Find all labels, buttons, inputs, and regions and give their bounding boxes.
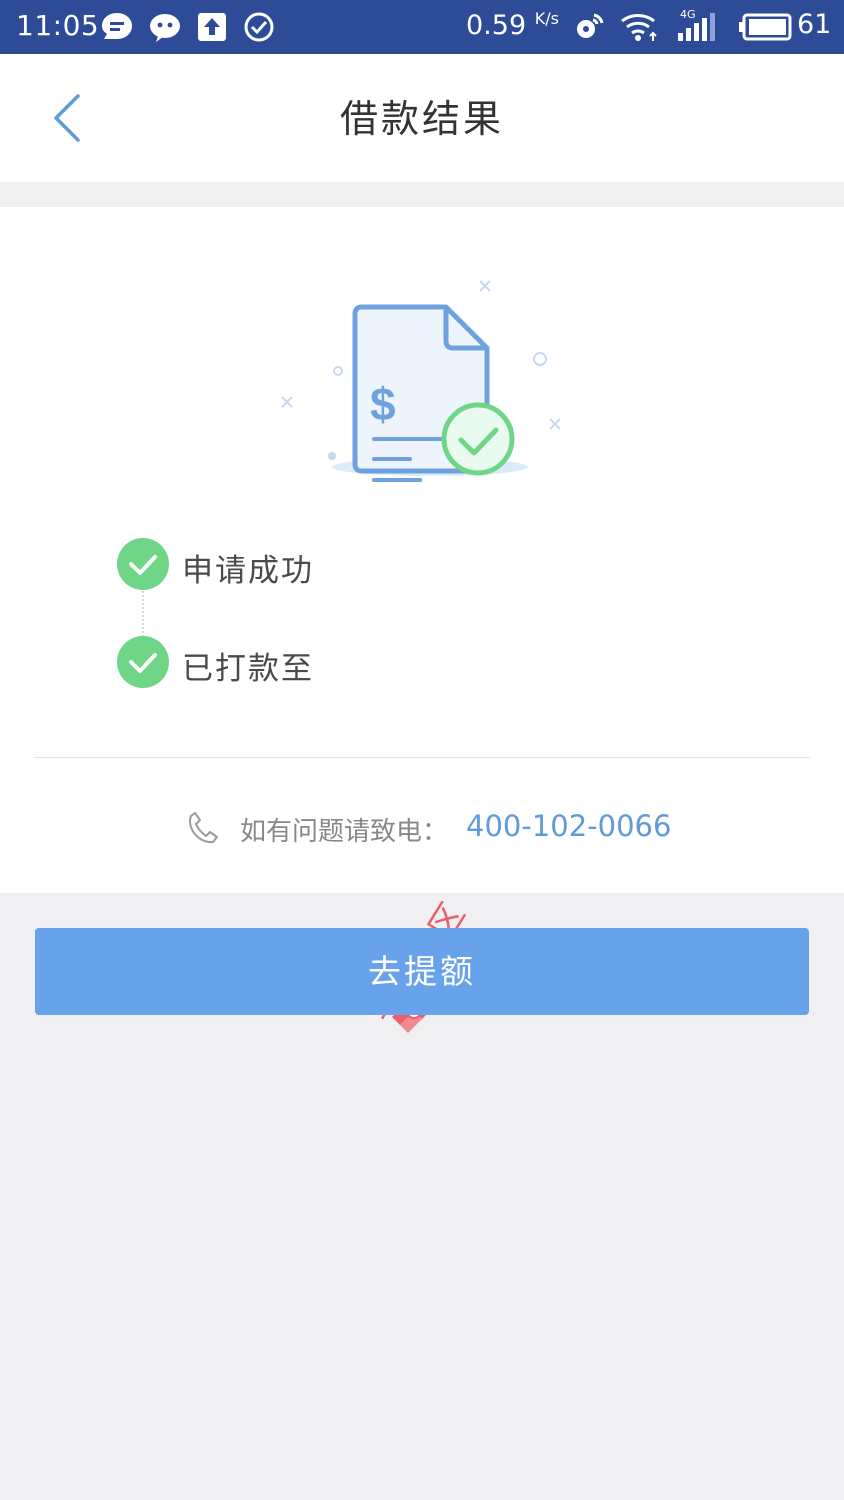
net-speed: 0.59 K/s [466, 9, 559, 41]
battery-level: 61 [797, 9, 832, 40]
invoice-success-icon: $ [281, 280, 561, 482]
result-card: $ 申请成功 已打款至 如有问题请致电： 400-102-0066 卡农社区 [0, 207, 844, 1033]
hotspot-icon [577, 13, 604, 38]
status-bar: 11:05 0.59 K/s 4G 61 [0, 0, 844, 54]
step-check-icon [117, 538, 169, 590]
wifi-icon [621, 14, 657, 41]
phone-icon [189, 812, 218, 844]
step-label: 已打款至 [182, 651, 314, 687]
step-label: 申请成功 [182, 553, 314, 589]
contact-info: 如有问题请致电： 400-102-0066 [0, 807, 844, 851]
contact-label: 如有问题请致电： [240, 817, 449, 847]
check-circle-icon [244, 12, 274, 42]
page-title: 借款结果 [339, 97, 504, 141]
phone-number-link[interactable]: 400-102-0066 [466, 809, 671, 843]
divider [34, 757, 810, 758]
signal-icon [678, 13, 715, 41]
upload-icon [198, 13, 226, 41]
svg-text:$: $ [370, 378, 396, 430]
status-time: 11:05 [16, 9, 100, 42]
step-check-icon [117, 636, 169, 688]
step-connector [142, 591, 144, 637]
wechat-icon [150, 14, 180, 42]
chat-bubble-icon [102, 13, 132, 39]
nav-bar: 借款结果 [0, 54, 844, 182]
raise-limit-button[interactable]: 去提额 [35, 928, 809, 1015]
battery-icon [739, 13, 792, 41]
